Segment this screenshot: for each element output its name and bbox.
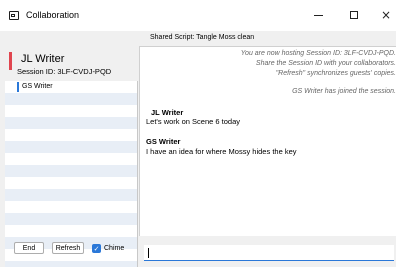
- shared-script-bar: Shared Script: Tangle Moss clean: [0, 31, 396, 46]
- system-message: You are now hosting Session ID: 3LF-CVDJ…: [240, 50, 396, 57]
- system-message: GS Writer has joined the session.: [292, 88, 396, 95]
- sidebar: JL Writer Session ID: 3LF-CVDJ-PQD GS Wr…: [0, 46, 139, 267]
- list-item: [5, 225, 137, 237]
- shared-script-label: Shared Script: Tangle Moss clean: [150, 34, 255, 41]
- app-window-icon: [9, 11, 19, 20]
- list-item: [5, 129, 137, 141]
- list-item: [5, 189, 137, 201]
- list-item: [5, 213, 137, 225]
- maximize-button[interactable]: [344, 7, 364, 23]
- session-id-label: Session ID: 3LF-CVDJ-PQD: [17, 67, 112, 76]
- host-color-indicator: [9, 52, 12, 70]
- list-item: [5, 141, 137, 153]
- list-item: [5, 165, 137, 177]
- refresh-button[interactable]: Refresh: [52, 242, 84, 254]
- user-color-indicator: [17, 82, 19, 92]
- window-title: Collaboration: [26, 10, 80, 20]
- system-message: Share the Session ID with your collabora…: [255, 60, 396, 67]
- minimize-button[interactable]: [308, 7, 328, 23]
- list-item: [5, 93, 137, 105]
- list-item: [5, 177, 137, 189]
- chat-pane[interactable]: You are now hosting Session ID: 3LF-CVDJ…: [139, 46, 396, 236]
- chime-label: Chime: [104, 245, 125, 252]
- minimize-icon: [313, 14, 323, 16]
- list-item: [5, 105, 137, 117]
- user-list[interactable]: GS Writer: [5, 81, 138, 267]
- user-name: GS Writer: [22, 83, 53, 90]
- maximize-icon: [350, 11, 358, 19]
- end-button[interactable]: End: [14, 242, 44, 254]
- title-bar[interactable]: Collaboration ×: [0, 0, 396, 31]
- list-item: [5, 117, 137, 129]
- host-name: JL Writer: [21, 53, 65, 65]
- close-icon: ×: [380, 8, 392, 22]
- list-item[interactable]: GS Writer: [5, 81, 137, 93]
- chime-toggle[interactable]: ✓ Chime: [92, 243, 124, 254]
- message-text: I have an idea for where Mossy hides the…: [146, 147, 297, 156]
- close-button[interactable]: ×: [376, 7, 396, 23]
- message-author: GS Writer: [146, 137, 181, 146]
- message-text: Let's work on Scene 6 today: [146, 117, 240, 126]
- list-item: [5, 201, 137, 213]
- checkmark-icon: ✓: [93, 244, 100, 253]
- chime-checkbox[interactable]: ✓: [92, 244, 101, 253]
- message-author: JL Writer: [151, 108, 184, 117]
- system-message: "Refresh" synchronizes guests' copies.: [275, 70, 396, 77]
- list-item: [5, 261, 137, 267]
- message-input[interactable]: [144, 245, 394, 261]
- text-caret: [148, 248, 149, 258]
- list-item: [5, 153, 137, 165]
